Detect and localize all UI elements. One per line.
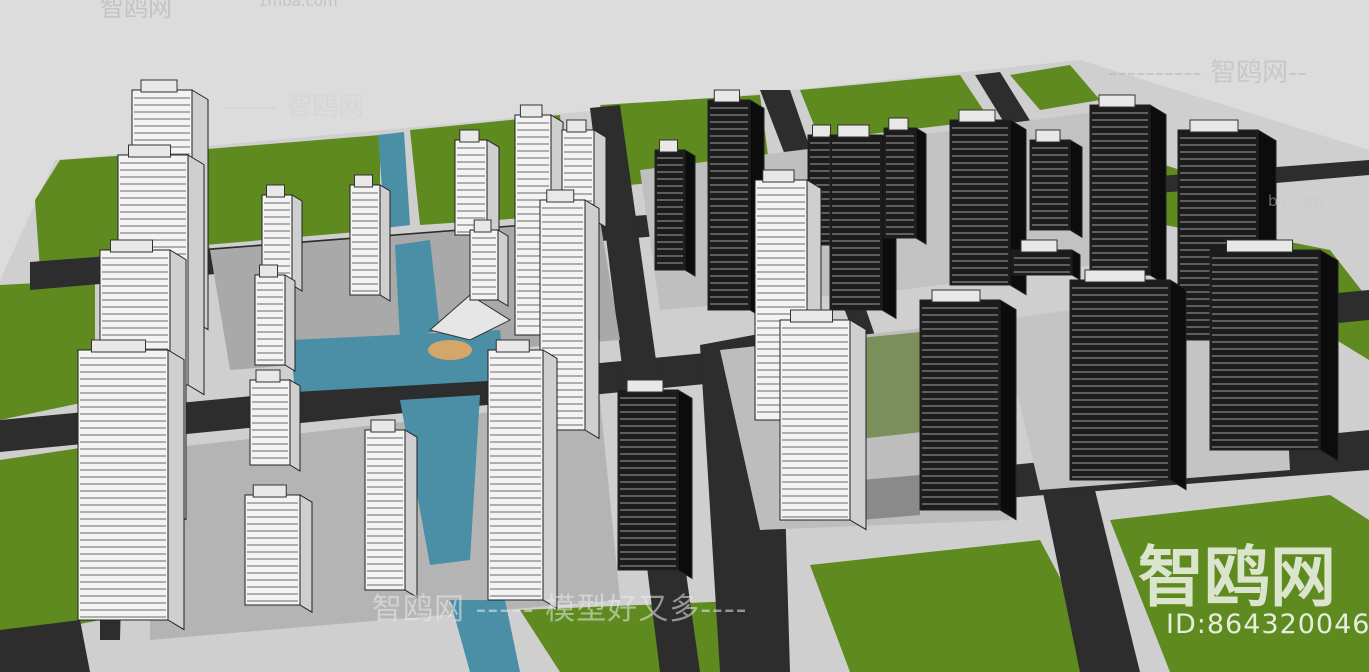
tower [1089, 94, 1167, 286]
tower [244, 484, 313, 614]
tower [364, 419, 418, 599]
tower [1069, 269, 1187, 491]
tower [249, 369, 301, 472]
tower [1209, 239, 1339, 462]
tower [487, 339, 558, 610]
tower [919, 289, 1017, 521]
tower [654, 139, 696, 277]
tower [883, 117, 927, 245]
tower [77, 339, 185, 631]
rendered-3d-scene [0, 0, 1369, 672]
tower [1029, 129, 1083, 239]
tower [349, 174, 391, 302]
tower [254, 264, 296, 372]
tower [779, 309, 867, 531]
tower [469, 219, 509, 307]
tower [617, 379, 693, 580]
